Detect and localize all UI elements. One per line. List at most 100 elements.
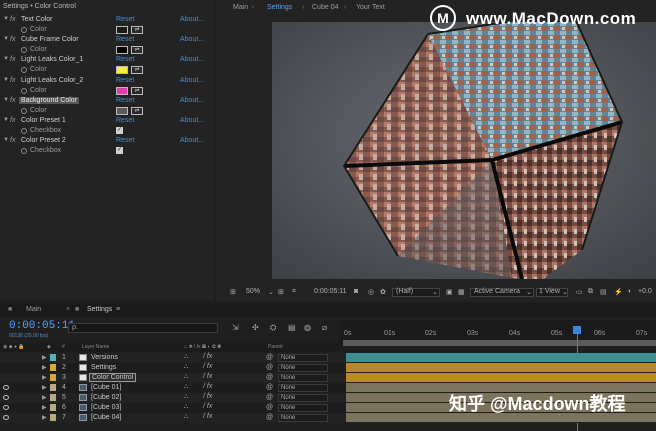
reset-link[interactable]: Reset <box>116 56 134 63</box>
reset-link[interactable]: Reset <box>116 117 134 124</box>
fx-toggle[interactable]: fx <box>10 137 15 144</box>
stopwatch-icon[interactable] <box>21 148 27 154</box>
eye-icon[interactable] <box>3 395 9 400</box>
parent-select[interactable]: None <box>278 364 328 372</box>
chevron-left-icon[interactable]: ‹ <box>252 4 254 11</box>
menu-icon[interactable]: ≡ <box>116 306 120 313</box>
about-link[interactable]: About... <box>180 137 204 144</box>
effect-name[interactable]: Background Color <box>19 97 80 104</box>
timeline-tab-settings[interactable]: Settings <box>87 306 112 313</box>
fx-toggle[interactable]: fx <box>10 77 15 84</box>
close-icon[interactable]: × <box>66 306 70 313</box>
motion-blur-icon[interactable]: ◍ <box>304 323 311 332</box>
effect-row[interactable]: ▼ fx Color Preset 2 Reset About... <box>0 137 210 147</box>
expand-triangle-icon[interactable]: ▼ <box>3 137 9 143</box>
layer-duration-bar[interactable] <box>346 353 656 362</box>
effect-row[interactable]: ▼ fx Light Leaks Color_1 Reset About... <box>0 56 210 66</box>
expand-triangle-icon[interactable]: ▶ <box>42 404 47 411</box>
effect-name[interactable]: Color Preset 1 <box>21 117 66 124</box>
tab-main[interactable]: Main <box>233 4 248 11</box>
eye-icon[interactable] <box>3 415 9 420</box>
fx-switch-icon[interactable]: / fx <box>203 393 212 400</box>
color-swatch[interactable] <box>116 107 128 115</box>
eyedropper-icon[interactable]: ⇌ <box>131 87 143 95</box>
pick-whip-icon[interactable]: @ <box>266 394 273 401</box>
fx-switch-icon[interactable]: / fx <box>203 353 212 360</box>
tab-cube-04[interactable]: Cube 04 <box>312 4 338 11</box>
fx-switch-icon[interactable]: / fx <box>203 373 212 380</box>
about-link[interactable]: About... <box>180 77 204 84</box>
expand-triangle-icon[interactable]: ▼ <box>3 77 9 83</box>
expand-triangle-icon[interactable]: ▶ <box>42 364 47 371</box>
shy-switch-icon[interactable]: ⛬ <box>184 364 188 371</box>
timeline-tab-main[interactable]: Main <box>26 306 41 313</box>
fx-switch-icon[interactable]: / fx <box>203 383 212 390</box>
label-color[interactable] <box>50 374 56 381</box>
parent-select[interactable]: None <box>278 404 328 412</box>
layer-duration-bar[interactable] <box>346 363 656 372</box>
expand-triangle-icon[interactable]: ▶ <box>42 384 47 391</box>
fx-switch-icon[interactable]: / fx <box>203 363 212 370</box>
color-wheel-icon[interactable]: ✿ <box>380 288 386 296</box>
color-swatch[interactable] <box>116 26 128 34</box>
graph-editor-icon[interactable]: ⧄ <box>322 323 327 333</box>
fx-switch-icon[interactable]: / fx <box>203 413 212 420</box>
effect-row[interactable]: ▼ fx Text Color Reset About... <box>0 16 210 26</box>
layer-name[interactable]: [Cube 04] <box>91 414 121 421</box>
playhead-handle[interactable] <box>573 326 581 334</box>
about-link[interactable]: About... <box>180 56 204 63</box>
expand-triangle-icon[interactable]: ▼ <box>3 56 9 62</box>
fx-toggle[interactable]: fx <box>10 36 15 43</box>
shy-switch-icon[interactable]: ⛬ <box>184 394 188 401</box>
transparency-icon[interactable]: ▦ <box>458 288 465 296</box>
layer-name[interactable]: Settings <box>91 364 116 371</box>
eye-icon[interactable] <box>3 405 9 410</box>
effect-row[interactable]: ▼ fx Light Leaks Color_2 Reset About... <box>0 77 210 87</box>
color-swatch[interactable] <box>116 66 128 74</box>
crop-icon[interactable]: ⌗ <box>292 288 296 296</box>
comp-mini-flowchart-icon[interactable]: ⇲ <box>232 323 239 332</box>
eyedropper-icon[interactable]: ⇌ <box>131 46 143 54</box>
magnification-icon[interactable]: ⊞ <box>230 288 236 296</box>
stopwatch-icon[interactable] <box>21 88 27 94</box>
label-color[interactable] <box>50 364 56 371</box>
layer-duration-bar[interactable] <box>346 373 656 382</box>
effect-name[interactable]: Light Leaks Color_2 <box>21 77 83 84</box>
eyedropper-icon[interactable]: ⇌ <box>131 26 143 34</box>
composition-canvas[interactable] <box>272 10 656 280</box>
shy-icon[interactable]: ⛭ <box>270 323 276 333</box>
close-icon[interactable]: ■ <box>8 306 12 313</box>
reset-link[interactable]: Reset <box>116 137 134 144</box>
parent-select[interactable]: None <box>278 414 328 422</box>
fx-switch-icon[interactable]: / fx <box>203 403 212 410</box>
fx-toggle[interactable]: fx <box>10 97 15 104</box>
work-area-bar[interactable] <box>343 340 656 346</box>
layer-name[interactable]: [Cube 01] <box>91 384 121 391</box>
expand-triangle-icon[interactable]: ▶ <box>42 394 47 401</box>
label-color[interactable] <box>50 414 56 421</box>
frame-blend-icon[interactable]: ▤ <box>288 323 296 332</box>
color-swatch[interactable] <box>116 87 128 95</box>
about-link[interactable]: About... <box>180 36 204 43</box>
effect-name[interactable]: Light Leaks Color_1 <box>21 56 83 63</box>
pick-whip-icon[interactable]: @ <box>266 354 273 361</box>
effect-row[interactable]: ▼ fx Background Color Reset About... <box>0 97 210 107</box>
parent-select[interactable]: None <box>278 354 328 362</box>
stopwatch-icon[interactable] <box>21 47 27 53</box>
fx-toggle[interactable]: fx <box>10 16 15 23</box>
pick-whip-icon[interactable]: @ <box>266 414 273 421</box>
reset-link[interactable]: Reset <box>116 36 134 43</box>
viewer-timecode[interactable]: 0:00:05:11 <box>314 288 347 295</box>
fast-preview-icon[interactable]: ⚡ <box>614 288 623 296</box>
expand-triangle-icon[interactable]: ▼ <box>3 36 9 42</box>
parent-select[interactable]: None <box>278 374 328 382</box>
expand-triangle-icon[interactable]: ▼ <box>3 97 9 103</box>
layer-name[interactable]: Color Control <box>89 373 137 382</box>
layer-name[interactable]: [Cube 03] <box>91 404 121 411</box>
effect-name[interactable]: Text Color <box>21 16 53 23</box>
pick-whip-icon[interactable]: @ <box>266 374 273 381</box>
stopwatch-icon[interactable] <box>21 128 27 134</box>
stopwatch-icon[interactable] <box>21 108 27 114</box>
expand-triangle-icon[interactable]: ▶ <box>42 414 47 421</box>
effect-name[interactable]: Cube Frame Color <box>21 36 79 43</box>
